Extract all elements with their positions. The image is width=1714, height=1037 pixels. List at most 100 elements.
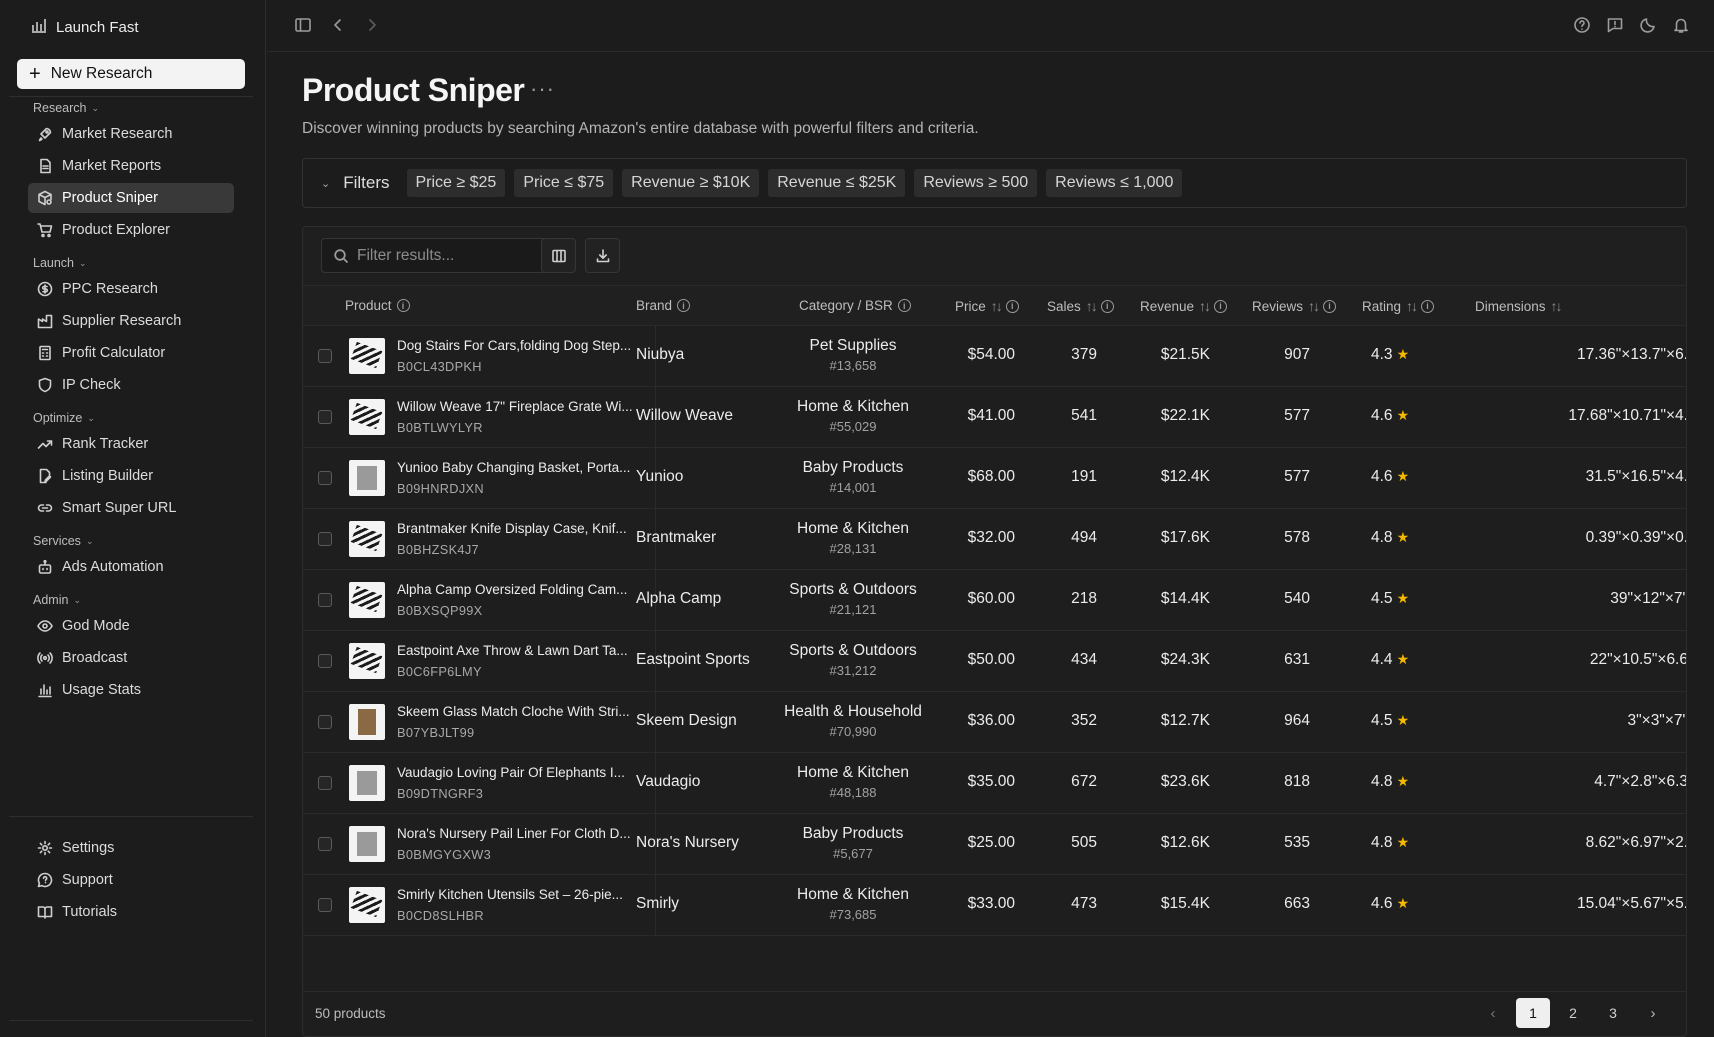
row-checkbox[interactable] xyxy=(318,349,332,363)
product-thumbnail[interactable] xyxy=(349,887,385,923)
table-row[interactable]: Willow Weave 17" Fireplace Grate Wi... B0… xyxy=(303,387,1686,448)
chevron-down-icon[interactable]: ⌄ xyxy=(321,177,330,190)
sidebar-item-market-research[interactable]: Market Research xyxy=(28,119,234,149)
sidebar-item-support[interactable]: Support xyxy=(28,865,234,895)
table-row[interactable]: Vaudagio Loving Pair Of Elephants I... B0… xyxy=(303,753,1686,814)
product-thumbnail[interactable] xyxy=(349,460,385,496)
info-icon[interactable]: i xyxy=(1421,299,1435,313)
sort-icon[interactable]: ↑↓ xyxy=(1086,298,1098,314)
product-name[interactable]: Yunioo Baby Changing Basket, Porta... xyxy=(397,460,641,475)
column-header-dimensions[interactable]: Dimensions ↑↓ xyxy=(1475,298,1563,314)
column-header-sales[interactable]: Sales ↑↓ i xyxy=(1047,298,1114,314)
product-thumbnail[interactable] xyxy=(349,826,385,862)
product-thumbnail[interactable] xyxy=(349,338,385,374)
row-checkbox[interactable] xyxy=(318,837,332,851)
row-checkbox[interactable] xyxy=(318,715,332,729)
sidebar-item-usage-stats[interactable]: Usage Stats xyxy=(28,675,234,705)
column-header-category[interactable]: Category / BSR i xyxy=(799,298,911,313)
sidebar-item-smart-super-url[interactable]: Smart Super URL xyxy=(28,493,234,523)
filter-chip[interactable]: Price ≥ $25 xyxy=(406,169,506,197)
product-name[interactable]: Dog Stairs For Cars,folding Dog Step... xyxy=(397,338,641,353)
moon-icon[interactable] xyxy=(1639,16,1657,34)
filters-label[interactable]: Filters xyxy=(343,173,389,193)
table-row[interactable]: Yunioo Baby Changing Basket, Porta... B09… xyxy=(303,448,1686,509)
back-icon[interactable] xyxy=(329,16,347,34)
next-page-icon[interactable]: › xyxy=(1636,998,1670,1028)
sidebar-item-market-reports[interactable]: Market Reports xyxy=(28,151,234,181)
filter-chip[interactable]: Revenue ≤ $25K xyxy=(768,169,906,197)
search-input[interactable] xyxy=(357,246,537,265)
row-checkbox[interactable] xyxy=(318,776,332,790)
table-row[interactable]: Brantmaker Knife Display Case, Knif... B0… xyxy=(303,509,1686,570)
filter-results-search[interactable] xyxy=(321,238,551,273)
section-optimize[interactable]: Optimize ⌄ xyxy=(33,411,95,425)
sidebar-item-product-sniper[interactable]: Product Sniper xyxy=(28,183,234,213)
product-name[interactable]: Eastpoint Axe Throw & Lawn Dart Ta... xyxy=(397,643,641,658)
sort-icon[interactable]: ↑↓ xyxy=(1199,298,1211,314)
sidebar-item-rank-tracker[interactable]: Rank Tracker xyxy=(28,429,234,459)
product-name[interactable]: Vaudagio Loving Pair Of Elephants I... xyxy=(397,765,641,780)
row-checkbox[interactable] xyxy=(318,898,332,912)
page-button[interactable]: 2 xyxy=(1556,998,1590,1028)
sidebar-item-ppc-research[interactable]: PPC Research xyxy=(28,274,234,304)
table-row[interactable]: Alpha Camp Oversized Folding Cam... B0BXS… xyxy=(303,570,1686,631)
prev-page-icon[interactable]: ‹ xyxy=(1476,998,1510,1028)
product-thumbnail[interactable] xyxy=(349,704,385,740)
table-row[interactable]: Nora's Nursery Pail Liner For Cloth D...… xyxy=(303,814,1686,875)
column-header-price[interactable]: Price ↑↓ i xyxy=(955,298,1019,314)
info-icon[interactable]: i xyxy=(1005,299,1019,313)
product-name[interactable]: Brantmaker Knife Display Case, Knif... xyxy=(397,521,641,536)
sort-icon[interactable]: ↑↓ xyxy=(1308,298,1320,314)
help-icon[interactable] xyxy=(1573,16,1591,34)
page-button[interactable]: 1 xyxy=(1516,998,1550,1028)
row-checkbox[interactable] xyxy=(318,471,332,485)
bell-icon[interactable] xyxy=(1672,16,1690,34)
product-thumbnail[interactable] xyxy=(349,765,385,801)
info-icon[interactable]: i xyxy=(396,299,410,312)
column-header-brand[interactable]: Brand i xyxy=(636,298,691,313)
row-checkbox[interactable] xyxy=(318,532,332,546)
table-row[interactable]: Skeem Glass Match Cloche With Stri... B07… xyxy=(303,692,1686,753)
table-row[interactable]: Eastpoint Axe Throw & Lawn Dart Ta... B0C… xyxy=(303,631,1686,692)
product-name[interactable]: Nora's Nursery Pail Liner For Cloth D... xyxy=(397,826,641,841)
sort-icon[interactable]: ↑↓ xyxy=(1551,298,1563,314)
section-admin[interactable]: Admin ⌄ xyxy=(33,593,81,607)
column-header-reviews[interactable]: Reviews ↑↓ i xyxy=(1252,298,1337,314)
table-row[interactable]: Smirly Kitchen Utensils Set – 26-pie... B… xyxy=(303,875,1686,936)
forward-icon[interactable] xyxy=(363,16,381,34)
section-research[interactable]: Research ⌄ xyxy=(33,101,99,115)
section-services[interactable]: Services ⌄ xyxy=(33,534,93,548)
filter-chip[interactable]: Price ≤ $75 xyxy=(514,169,614,197)
sort-icon[interactable]: ↑↓ xyxy=(991,298,1003,314)
sidebar-item-tutorials[interactable]: Tutorials xyxy=(28,897,234,927)
product-thumbnail[interactable] xyxy=(349,643,385,679)
product-thumbnail[interactable] xyxy=(349,582,385,618)
info-icon[interactable]: i xyxy=(1323,299,1337,313)
download-button[interactable] xyxy=(585,238,620,273)
column-header-revenue[interactable]: Revenue ↑↓ i xyxy=(1140,298,1228,314)
feedback-icon[interactable] xyxy=(1606,16,1624,34)
more-options-icon[interactable]: ··· xyxy=(530,76,555,102)
sidebar-item-settings[interactable]: Settings xyxy=(28,833,234,863)
sidebar-item-listing-builder[interactable]: Listing Builder xyxy=(28,461,234,491)
filter-chip[interactable]: Reviews ≤ 1,000 xyxy=(1046,169,1183,197)
row-checkbox[interactable] xyxy=(318,410,332,424)
info-icon[interactable]: i xyxy=(897,299,911,312)
table-row[interactable]: Dog Stairs For Cars,folding Dog Step... B… xyxy=(303,326,1686,387)
sidebar-toggle-icon[interactable] xyxy=(294,16,312,34)
row-checkbox[interactable] xyxy=(318,593,332,607)
page-button[interactable]: 3 xyxy=(1596,998,1630,1028)
app-brand[interactable]: Launch Fast xyxy=(30,16,139,38)
sidebar-item-ip-check[interactable]: IP Check xyxy=(28,370,234,400)
row-checkbox[interactable] xyxy=(318,654,332,668)
sidebar-item-supplier-research[interactable]: Supplier Research xyxy=(28,306,234,336)
columns-button[interactable] xyxy=(541,238,576,273)
product-thumbnail[interactable] xyxy=(349,399,385,435)
product-name[interactable]: Smirly Kitchen Utensils Set – 26-pie... xyxy=(397,887,641,902)
sort-icon[interactable]: ↑↓ xyxy=(1406,298,1418,314)
filter-chip[interactable]: Reviews ≥ 500 xyxy=(914,169,1038,197)
section-launch[interactable]: Launch ⌄ xyxy=(33,256,87,270)
sidebar-item-god-mode[interactable]: God Mode xyxy=(28,611,234,641)
info-icon[interactable]: i xyxy=(1100,299,1114,313)
product-name[interactable]: Skeem Glass Match Cloche With Stri... xyxy=(397,704,641,719)
